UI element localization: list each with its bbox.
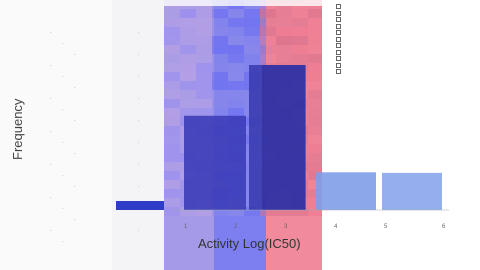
percent-column: ·········· (112, 0, 164, 270)
legend-checkbox-icon[interactable] (336, 30, 341, 36)
legend-checkbox-icon[interactable] (336, 43, 341, 49)
legend-checkbox-icon[interactable] (336, 36, 341, 42)
table-row: · (74, 184, 76, 190)
legend-checkbox-icon[interactable] (336, 62, 341, 68)
bar-4 (316, 172, 376, 210)
percent-value: · (138, 74, 140, 80)
table-row: · (62, 239, 64, 245)
x-tick-label: 6 (442, 224, 446, 230)
table-row: · (50, 30, 52, 36)
legend-item[interactable] (336, 69, 446, 76)
bar-1 (184, 115, 246, 210)
table-row: · (62, 74, 64, 80)
legend-checkbox-icon[interactable] (336, 49, 341, 55)
percent-value: · (138, 228, 140, 234)
percent-value: · (138, 96, 140, 102)
legend-checkbox-icon[interactable] (336, 56, 341, 62)
legend-checkbox-icon[interactable] (336, 10, 341, 16)
bar-5 (382, 172, 442, 210)
legend-checkbox-icon[interactable] (336, 17, 341, 23)
x-tick-label: 2 (234, 224, 238, 230)
percent-value: · (138, 30, 140, 36)
table-row: · (50, 228, 52, 234)
percent-value: · (138, 118, 140, 124)
table-row: · (50, 96, 52, 102)
table-row: · (50, 162, 52, 168)
table-row: · (50, 129, 52, 135)
x-tick-label: 3 (284, 224, 288, 230)
table-row: · (74, 85, 76, 91)
percent-value: · (138, 184, 140, 190)
table-row: · (74, 151, 76, 157)
x-tick-label: 4 (334, 224, 338, 230)
table-row: · (74, 118, 76, 124)
table-row: · (74, 52, 76, 58)
legend-panel (336, 4, 446, 76)
table-row: · (50, 63, 52, 69)
table-row: · (62, 107, 64, 113)
legend-checkbox-icon[interactable] (336, 4, 341, 10)
x-axis-label: Activity Log(IC50) (198, 236, 301, 251)
percent-value: · (138, 52, 140, 58)
legend-checkbox-icon[interactable] (336, 69, 341, 75)
table-row: · (62, 173, 64, 179)
table-row: · (62, 206, 64, 212)
table-row: · (50, 195, 52, 201)
x-tick-label: 1 (184, 224, 188, 230)
table-row: · (62, 41, 64, 47)
legend-checkbox-icon[interactable] (336, 23, 341, 29)
table-row: · (62, 140, 64, 146)
x-tick-label: 5 (384, 224, 388, 230)
y-axis-label: Frequency (10, 98, 25, 160)
percent-value: · (138, 140, 140, 146)
bar-3 (262, 65, 306, 210)
chart-page: ···················· ·········· 123456 F… (0, 0, 480, 270)
table-row: · (74, 217, 76, 223)
percent-value: · (138, 162, 140, 168)
